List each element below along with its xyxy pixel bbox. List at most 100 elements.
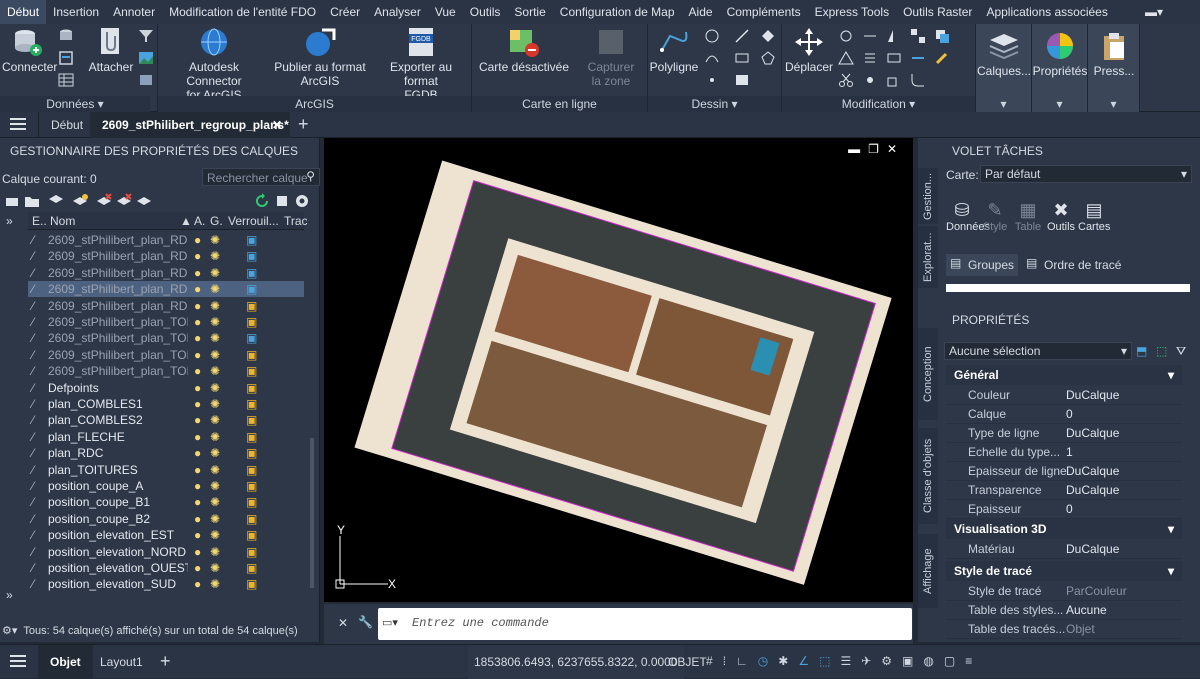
lightbulb-icon[interactable]: ● — [194, 478, 201, 494]
clean-screen-icon[interactable]: ▢ — [944, 654, 965, 668]
scissors-icon[interactable] — [838, 72, 854, 88]
annotation-icon[interactable]: ✈ — [861, 654, 881, 668]
layer-row[interactable]: ⁄ plan_TOITURES ● ✺ ▣ — [28, 462, 304, 478]
quick-select-icon[interactable]: ⛛ — [1176, 344, 1186, 359]
trim-icon[interactable] — [862, 28, 878, 44]
lightbulb-icon[interactable]: ● — [194, 248, 201, 264]
sun-icon[interactable]: ✺ — [210, 248, 220, 264]
unlock-icon[interactable]: ▣ — [246, 576, 257, 592]
tab-start[interactable]: Début — [38, 112, 95, 138]
workspace-icon[interactable]: ⚙ — [881, 654, 902, 668]
col-freeze[interactable]: G. — [210, 214, 223, 228]
tab-conception[interactable]: Conception — [918, 328, 938, 420]
prop-row[interactable]: Style de tracé ParCouleur — [946, 582, 1182, 601]
sun-icon[interactable]: ✺ — [210, 576, 220, 592]
sun-icon[interactable]: ✺ — [210, 232, 220, 248]
capture-area-button[interactable]: Capturer la zone — [576, 26, 646, 88]
layer-row[interactable]: ⁄ 2609_stPhilibert_plan_RD... ● ✺ ▣ — [28, 248, 304, 264]
lightbulb-icon[interactable]: ● — [194, 363, 201, 379]
drawing-viewport[interactable]: ▬❐✕ Y X — [324, 138, 913, 602]
customize-icon[interactable]: ≡ — [965, 654, 982, 668]
sun-icon[interactable]: ✺ — [210, 363, 220, 379]
layer-row[interactable]: ⁄ position_elevation_OUEST ● ✺ ▣ — [28, 560, 304, 576]
dynucs-icon[interactable]: ⬚ — [819, 654, 840, 668]
stretch-icon[interactable] — [886, 50, 902, 66]
unlock-icon[interactable]: ▣ — [246, 380, 257, 396]
lightbulb-icon[interactable]: ● — [194, 560, 201, 576]
prop-row[interactable]: Transparence DuCalque — [946, 481, 1182, 500]
col-on[interactable]: A. — [194, 214, 205, 228]
menu-item-12[interactable]: Express Tools — [808, 0, 896, 24]
properties-ribbon-button[interactable]: Propriétés ▾ — [1032, 24, 1088, 112]
scale-icon[interactable] — [886, 72, 902, 88]
refresh-icon[interactable] — [254, 193, 270, 209]
mirror-icon[interactable] — [886, 28, 902, 44]
lightbulb-icon[interactable]: ● — [194, 511, 201, 527]
map-select[interactable]: Par défaut ▾ — [980, 165, 1192, 183]
menu-item-6[interactable]: Vue — [428, 0, 463, 24]
layer-row[interactable]: ⁄ 2609_stPhilibert_plan_RD... ● ✺ ▣ — [28, 281, 304, 298]
lightbulb-icon[interactable]: ● — [194, 412, 201, 428]
sun-icon[interactable]: ✺ — [210, 347, 220, 363]
circle-icon[interactable] — [704, 28, 720, 44]
panel-label-modification[interactable]: Modification ▾ — [782, 96, 975, 112]
layer-row[interactable]: ⁄ 2609_stPhilibert_plan_RD... ● ✺ ▣ — [28, 232, 304, 248]
layer-row[interactable]: ⁄ position_coupe_B2 ● ✺ ▣ — [28, 511, 304, 527]
fillet-icon[interactable] — [910, 72, 926, 88]
lock-icon[interactable]: ▣ — [246, 330, 257, 346]
sun-icon[interactable]: ✺ — [210, 314, 220, 330]
unlock-icon[interactable]: ▣ — [246, 462, 257, 478]
lightbulb-icon[interactable]: ● — [194, 232, 201, 248]
lightbulb-icon[interactable]: ● — [194, 544, 201, 560]
expand-filters-icon[interactable]: » — [6, 214, 13, 228]
unlock-icon[interactable]: ▣ — [246, 363, 257, 379]
sun-icon[interactable]: ✺ — [210, 429, 220, 445]
prop-row-material[interactable]: Matériau DuCalque — [946, 540, 1182, 559]
lightbulb-icon[interactable]: ● — [194, 347, 201, 363]
tab-explorateur[interactable]: Explorat... — [918, 226, 938, 288]
tab-classe-objets[interactable]: Classe d'objets — [918, 428, 938, 524]
map-off-button[interactable]: Carte désactivée — [476, 26, 572, 74]
layer-row[interactable]: ⁄ 2609_stPhilibert_plan_TOI... ● ✺ ▣ — [28, 347, 304, 363]
sun-icon[interactable]: ✺ — [210, 330, 220, 346]
connect-button[interactable]: Connecter — [2, 26, 57, 74]
wrench-icon[interactable]: 🔧 — [358, 615, 373, 629]
hatch-icon[interactable] — [734, 72, 750, 88]
lock-icon[interactable]: ▣ — [246, 248, 257, 264]
lock-icon[interactable]: ▣ — [246, 265, 257, 281]
lightbulb-icon[interactable]: ● — [194, 281, 201, 297]
publish-arcgis-button[interactable]: Publier au format ArcGIS — [272, 26, 368, 88]
sun-icon[interactable]: ✺ — [210, 380, 220, 396]
menu-item-0[interactable]: Début — [0, 0, 47, 24]
hardware-accel-icon[interactable]: ▣ — [902, 654, 923, 668]
isolate-icon[interactable]: ◍ — [923, 654, 943, 668]
menu-item-8[interactable]: Sortie — [507, 0, 552, 24]
menu-item-11[interactable]: Compléments — [720, 0, 808, 24]
layer-row[interactable]: ⁄ position_elevation_EST ● ✺ ▣ — [28, 527, 304, 543]
warning-icon[interactable] — [838, 50, 854, 66]
section-plot-style[interactable]: Style de tracé ▾ — [946, 561, 1182, 581]
image-icon[interactable] — [138, 50, 154, 66]
menu-item-13[interactable]: Outils Raster — [896, 0, 979, 24]
search-icon[interactable]: ⚲ — [306, 169, 315, 183]
sun-icon[interactable]: ✺ — [210, 412, 220, 428]
db-small-icon[interactable] — [58, 28, 74, 44]
menu-item-2[interactable]: Annoter — [106, 0, 162, 24]
unlock-icon[interactable]: ▣ — [246, 511, 257, 527]
groups-button[interactable]: ▤ Groupes — [946, 254, 1018, 276]
menu-icon[interactable] — [10, 117, 28, 131]
layer-row[interactable]: ⁄ plan_RDC ● ✺ ▣ — [28, 445, 304, 461]
draw-order-button[interactable]: ▤ Ordre de tracé — [1024, 254, 1134, 276]
lightbulb-icon[interactable]: ● — [194, 298, 201, 314]
eraser-icon[interactable] — [760, 28, 776, 44]
lightbulb-icon[interactable]: ● — [194, 576, 201, 592]
sun-icon[interactable]: ✺ — [210, 494, 220, 510]
rotate-icon[interactable] — [838, 28, 854, 44]
lightbulb-icon[interactable]: ● — [194, 494, 201, 510]
panel-label-dessin[interactable]: Dessin ▾ — [648, 96, 781, 112]
layers-ribbon-button[interactable]: Calques... ▾ — [976, 24, 1032, 112]
layer-row[interactable]: ⁄ position_elevation_SUD ● ✺ ▣ — [28, 576, 304, 592]
tab-document[interactable]: 2609_stPhilibert_regroup_plans* ✕ — [90, 112, 290, 138]
layer-row[interactable]: ⁄ plan_FLECHE ● ✺ ▣ — [28, 429, 304, 445]
otrack-icon[interactable]: ∠ — [798, 654, 819, 668]
